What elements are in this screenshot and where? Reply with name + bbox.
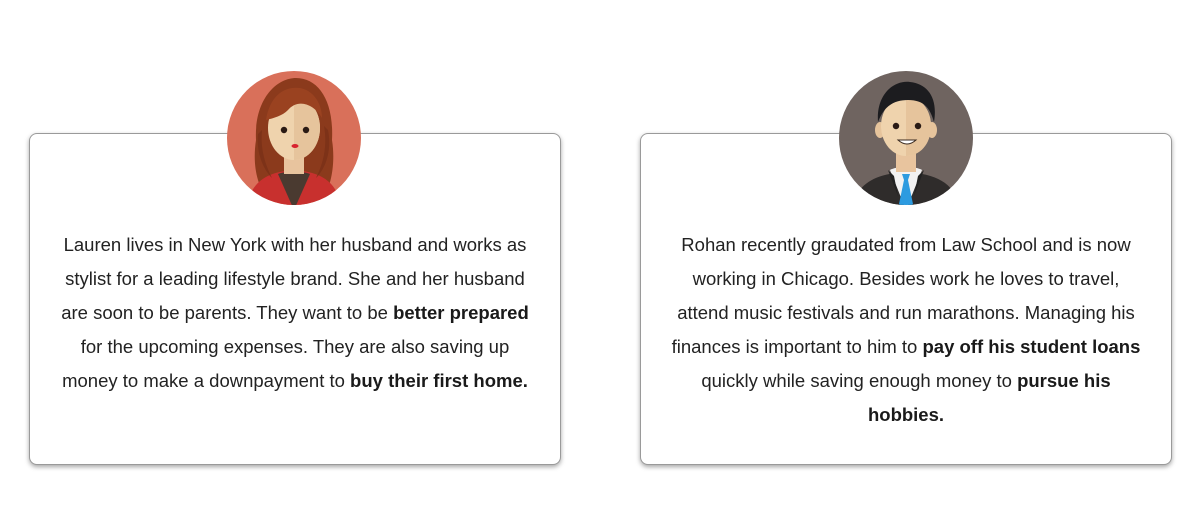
man-avatar-icon [839,71,973,205]
bio-text: quickly while saving enough money to [701,370,1018,391]
bio-highlight: better prepared [393,302,529,323]
persona-bio-rohan: Rohan recently graudated from Law School… [669,228,1143,432]
bio-highlight: buy their first home. [350,370,528,391]
avatar-rohan [838,70,974,206]
persona-bio-lauren: Lauren lives in New York with her husban… [58,228,532,398]
woman-avatar-icon [227,71,361,205]
avatar-lauren [226,70,362,206]
bio-highlight: pay off his student loans [922,336,1141,357]
